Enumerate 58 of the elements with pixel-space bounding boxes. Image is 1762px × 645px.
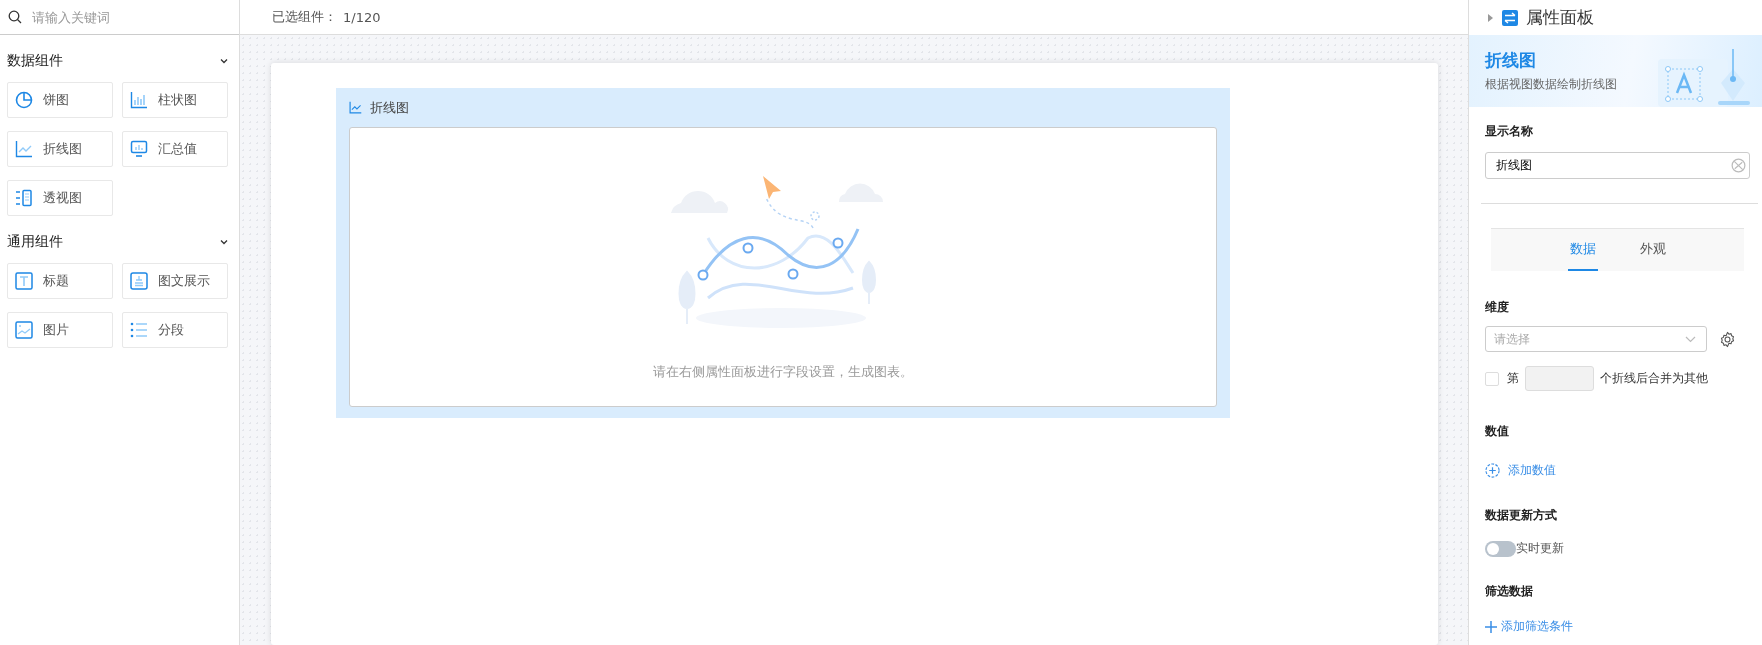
tab[interactable]: 数据 xyxy=(1567,229,1598,271)
selected-count: 1/120 xyxy=(343,9,381,25)
component-item[interactable]: 标题 xyxy=(7,263,113,299)
monitor-icon xyxy=(130,140,148,158)
component-item[interactable]: 图片 xyxy=(7,312,113,348)
add-value-link[interactable]: 添加数值 xyxy=(1508,462,1556,479)
list-icon xyxy=(130,321,148,339)
component-item[interactable]: 图文展示 xyxy=(122,263,228,299)
tree-icon xyxy=(862,261,876,305)
pivot-table-icon xyxy=(15,189,33,207)
component-item[interactable]: 柱状图 xyxy=(122,82,228,118)
selected-count-label: 已选组件： xyxy=(272,8,337,26)
image-icon xyxy=(15,321,33,339)
plus-icon[interactable] xyxy=(1485,620,1497,633)
clear-icon[interactable] xyxy=(1731,158,1746,173)
toggle-label: 实时更新 xyxy=(1516,540,1564,557)
caret-icon[interactable] xyxy=(1488,13,1494,22)
field-label: 数值 xyxy=(1485,423,1510,440)
checkbox[interactable] xyxy=(1485,371,1499,386)
chevron-icon[interactable] xyxy=(219,56,229,66)
field-label: 数据更新方式 xyxy=(1485,507,1558,524)
swap-arrows-icon xyxy=(1502,9,1518,26)
document-icon xyxy=(130,272,148,290)
chevron-icon xyxy=(1685,335,1696,343)
add-circle-icon[interactable] xyxy=(1485,463,1500,478)
tree-icon xyxy=(678,271,696,325)
text-t-icon xyxy=(15,272,33,290)
field-label: 显示名称 xyxy=(1485,123,1534,140)
banner-subtitle: 根据视图数据绘制折线图 xyxy=(1485,76,1617,93)
bar-chart-icon xyxy=(130,91,148,109)
component-item[interactable]: 折线图 xyxy=(7,131,113,167)
group-title: 数据组件 xyxy=(7,52,63,70)
component-item[interactable]: 汇总值 xyxy=(122,131,228,167)
component-item[interactable]: 分段 xyxy=(122,312,228,348)
component-item[interactable]: 透视图 xyxy=(7,180,113,216)
component-item[interactable]: 饼图 xyxy=(7,82,113,118)
banner-title: 折线图 xyxy=(1485,49,1537,72)
tab[interactable]: 外观 xyxy=(1637,229,1668,271)
merge-prefix: 第 xyxy=(1507,370,1519,387)
panel-title: 属性面板 xyxy=(1526,6,1594,29)
search-icon xyxy=(8,10,22,24)
field-label: 筛选数据 xyxy=(1485,583,1534,600)
merge-suffix: 个折线后合并为其他 xyxy=(1600,370,1708,387)
line-chart-icon xyxy=(349,101,362,114)
chart-widget[interactable]: 折线图 请在右侧属性面板进行字段设置，生成图表。 xyxy=(336,88,1230,418)
chevron-icon[interactable] xyxy=(219,237,229,247)
line-chart-icon xyxy=(15,140,33,158)
field-label: 维度 xyxy=(1485,299,1510,316)
name-field[interactable]: 折线图 xyxy=(1485,152,1750,179)
add-filter-link[interactable]: 添加筛选条件 xyxy=(1501,618,1573,635)
realtime-toggle[interactable] xyxy=(1485,540,1516,557)
group-title: 通用组件 xyxy=(7,233,63,251)
paper-plane-icon xyxy=(763,176,781,199)
widget-title: 折线图 xyxy=(370,98,409,117)
empty-message: 请在右侧属性面板进行字段设置，生成图表。 xyxy=(653,363,913,381)
pie-chart-icon xyxy=(15,91,33,109)
dashed-trail xyxy=(765,197,820,229)
settings-icon[interactable] xyxy=(1719,330,1736,348)
